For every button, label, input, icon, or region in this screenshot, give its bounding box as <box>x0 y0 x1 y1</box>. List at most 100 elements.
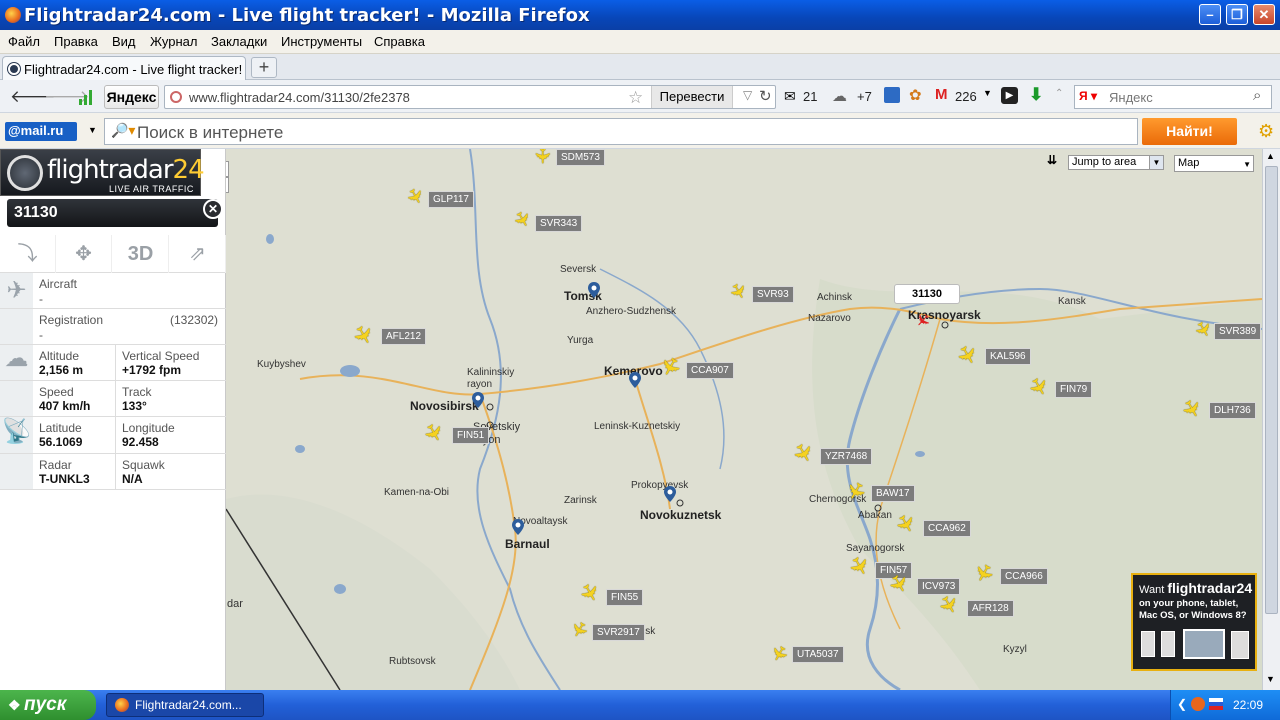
close-panel-button[interactable]: ✕ <box>203 199 223 219</box>
tray-app-icon[interactable] <box>1191 697 1205 711</box>
scroll-up-arrow-icon[interactable]: ▲ <box>1266 151 1275 161</box>
url-bar[interactable]: www.flightradar24.com/31130/2fe2378 ☆ Пе… <box>164 85 776 109</box>
maximize-button[interactable]: ❐ <box>1226 4 1248 25</box>
vertical-scrollbar[interactable]: ▲ ▼ <box>1262 149 1280 690</box>
location-pin-icon[interactable] <box>629 372 641 388</box>
menu-view[interactable]: Вид <box>112 34 136 49</box>
reload-icon[interactable]: ↻ <box>759 87 772 105</box>
weather-icon[interactable]: ☁ <box>832 87 847 105</box>
registration-value: - <box>39 328 43 342</box>
flight-label[interactable]: SVR93 <box>752 286 794 303</box>
flight-label[interactable]: SVR389 <box>1214 323 1262 340</box>
fit-icon[interactable]: ✥ <box>56 235 112 273</box>
collapse-icon[interactable]: ⇊ <box>1047 153 1057 167</box>
flight-label[interactable]: UTA5037 <box>792 646 844 663</box>
flight-label[interactable]: FIN79 <box>1055 381 1093 398</box>
flight-label[interactable]: SDM573 <box>556 149 605 166</box>
site-identity-icon[interactable] <box>170 91 182 103</box>
view-3d-button[interactable]: 3D <box>113 235 169 273</box>
search-key-icon[interactable]: 🔎▾ <box>111 122 135 139</box>
flight-label[interactable]: AFL212 <box>381 328 427 345</box>
search-input[interactable]: Я ▾ Яндекс ⌕ <box>1074 85 1272 109</box>
divider <box>115 381 116 417</box>
url-text: www.flightradar24.com/31130/2fe2378 <box>189 90 410 105</box>
menu-edit[interactable]: Правка <box>54 34 98 49</box>
settings-gear-icon[interactable]: ⚙ <box>1258 121 1274 142</box>
map-view[interactable]: Seversk Tomsk Anzhero-Sudzhensk Yurga Ku… <box>0 149 1280 690</box>
gmail-dropdown-icon[interactable]: ▼ <box>983 88 992 98</box>
mailru-dropdown-icon[interactable]: ▼ <box>88 125 97 135</box>
menu-bookmarks[interactable]: Закладки <box>211 34 267 49</box>
location-pin-icon[interactable] <box>588 282 600 298</box>
aircraft-icon[interactable]: ✈ <box>530 149 552 164</box>
flight-label[interactable]: SVR2917 <box>592 624 645 641</box>
jump-to-area-select[interactable]: Jump to area ▼ <box>1068 155 1164 170</box>
location-pin-icon[interactable] <box>512 519 524 535</box>
gmail-icon[interactable]: M <box>935 86 948 103</box>
flight-id: 31130 <box>14 204 58 221</box>
bookmark-star-icon[interactable]: ☆ <box>628 88 643 108</box>
flightradar24-logo[interactable]: flightradar24 LIVE AIR TRAFFIC <box>0 149 205 196</box>
find-button[interactable]: Найти! <box>1142 118 1237 145</box>
mail-icon[interactable]: ✉ <box>784 88 796 105</box>
flight-label[interactable]: GLP117 <box>428 191 474 208</box>
tablet-image <box>1183 629 1225 659</box>
mobile-app-ad[interactable]: Want flightradar24 on your phone, tablet… <box>1131 573 1257 671</box>
track-label: Track <box>122 385 152 399</box>
search-icon[interactable]: ⌕ <box>1253 87 1261 104</box>
flight-label[interactable]: SVR343 <box>535 215 583 232</box>
location-pin-icon[interactable] <box>664 486 676 502</box>
addon-icon[interactable]: ✿ <box>909 86 922 104</box>
mailru-logo[interactable]: @mail.ru <box>5 122 77 141</box>
url-dropdown-icon[interactable]: ▽ <box>743 88 752 102</box>
flight-label[interactable]: FIN55 <box>606 589 644 606</box>
system-tray: ❮ 22:09 <box>1170 690 1280 720</box>
flight-label[interactable]: FIN51 <box>452 427 490 444</box>
translate-button[interactable]: Перевести <box>651 86 733 108</box>
windows-logo-icon: ❖ <box>8 697 21 713</box>
flight-label[interactable]: BAW17 <box>871 485 915 502</box>
aircraft-row: ✈ Aircraft - <box>0 273 226 309</box>
location-pin-icon[interactable] <box>472 392 484 408</box>
minimize-button[interactable]: – <box>1199 4 1221 25</box>
row-icon-bg <box>0 454 33 489</box>
tray-arrow-icon[interactable]: ❮ <box>1177 697 1187 711</box>
menu-history[interactable]: Журнал <box>150 34 197 49</box>
new-tab-button[interactable]: + <box>251 57 277 78</box>
map-type-select[interactable]: Map ▼ <box>1174 155 1254 172</box>
flight-label[interactable]: AFR128 <box>967 600 1014 617</box>
window-title: Flightradar24.com - Live flight tracker!… <box>24 5 590 26</box>
flight-label[interactable]: KAL596 <box>985 348 1031 365</box>
scroll-up-icon[interactable]: ⌃ <box>1055 88 1063 99</box>
language-flag-icon[interactable] <box>1209 698 1223 710</box>
altitude-row: ☁ Altitude 2,156 m Vertical Speed +1792 … <box>0 345 226 381</box>
flight-label[interactable]: CCA962 <box>923 520 971 537</box>
play-icon[interactable]: ▶ <box>1001 87 1018 104</box>
mailru-toolbar: @mail.ru ▼ 🔎▾ Поиск в интернете Найти! ⚙ <box>0 113 1280 149</box>
menu-help[interactable]: Справка <box>374 34 425 49</box>
yandex-search-icon[interactable]: Я ▾ <box>1079 89 1097 103</box>
route-icon[interactable]: ⤵ <box>0 235 56 273</box>
radar-logo-icon <box>7 155 43 191</box>
translate-addon-icon[interactable] <box>884 87 900 103</box>
close-window-button[interactable]: ✕ <box>1253 4 1275 25</box>
tab-flightradar[interactable]: Flightradar24.com - Live flight tracker! <box>2 56 246 81</box>
download-icon[interactable]: ⬇ <box>1029 85 1043 105</box>
share-icon[interactable]: ⇗ <box>170 235 226 273</box>
flight-label[interactable]: CCA907 <box>686 362 734 379</box>
flight-label[interactable]: DLH736 <box>1209 402 1256 419</box>
start-button[interactable]: ❖ пуск <box>0 690 96 720</box>
menu-file[interactable]: Файл <box>8 34 40 49</box>
mailru-search-input[interactable]: 🔎▾ Поиск в интернете <box>104 118 1138 145</box>
scrollbar-thumb[interactable] <box>1265 166 1278 614</box>
longitude-label: Longitude <box>122 421 175 435</box>
taskbar-item-firefox[interactable]: Flightradar24.com... <box>106 693 264 717</box>
scroll-down-arrow-icon[interactable]: ▼ <box>1266 674 1275 684</box>
menu-tools[interactable]: Инструменты <box>281 34 362 49</box>
flight-label[interactable]: CCA966 <box>1000 568 1048 585</box>
aircraft-label: Aircraft <box>39 277 78 291</box>
yandex-button[interactable]: Яндекс <box>104 85 159 109</box>
flight-label[interactable]: YZR7468 <box>820 448 873 465</box>
gmail-count: 226 <box>955 89 977 104</box>
firefox-icon <box>115 698 129 712</box>
